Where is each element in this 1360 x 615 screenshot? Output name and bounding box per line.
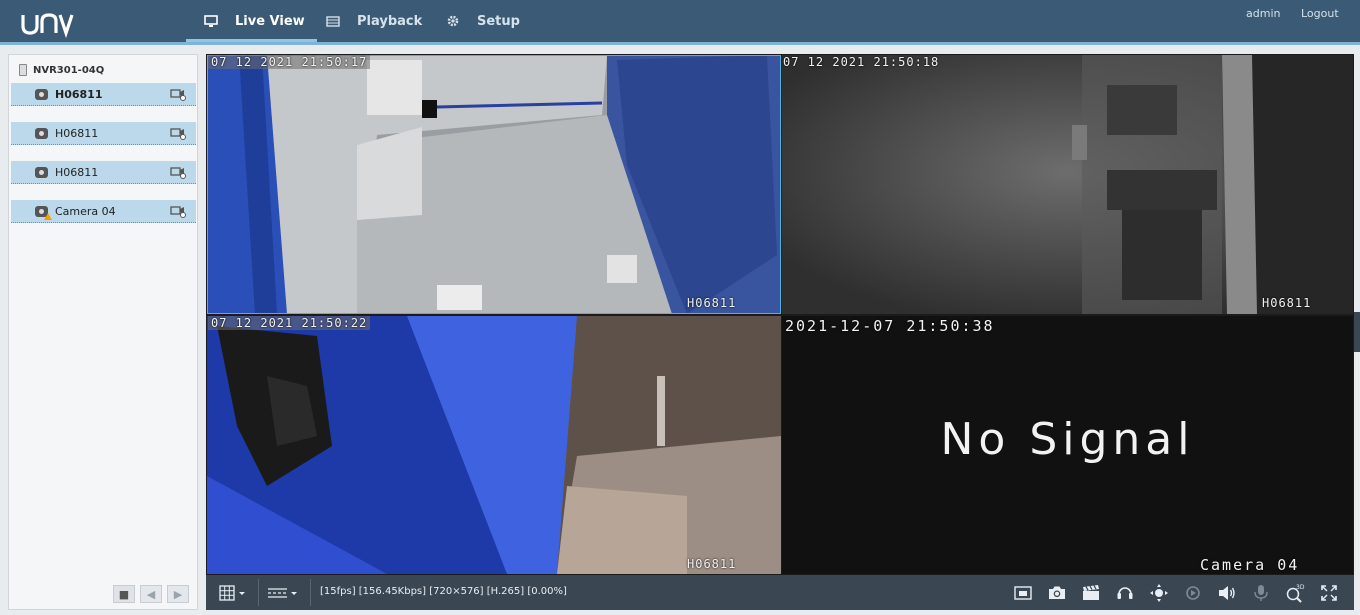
digital-zoom-button[interactable] [1181,575,1205,610]
user-name[interactable]: admin [1246,7,1280,20]
two-way-audio-icon [1117,586,1133,599]
digital-zoom-icon [1186,585,1200,600]
ptz-icon [1150,583,1168,602]
volume-button[interactable] [1215,575,1239,610]
osd-camera-name: H06811 [687,296,737,310]
video-frame-2 [782,55,1353,314]
camera-icon [35,167,48,178]
osd-camera-name: H06811 [1262,296,1312,310]
fullscreen-button[interactable] [1317,575,1341,610]
next-page-button[interactable]: ▶ [167,585,189,603]
film-icon [326,14,340,28]
no-signal-message: No Signal [940,414,1195,465]
device-tree-panel: NVR301-04Q H06811 H06811 H06811 Camera 0… [8,54,198,610]
video-tile-1[interactable]: 07 12 2021 21:50:17 H06811 [207,55,781,314]
two-way-audio-button[interactable] [1113,575,1137,610]
header-accent-line [0,42,1360,45]
record-camera-icon[interactable] [170,205,187,218]
camera-label: Camera 04 [55,205,116,218]
camera-item-2[interactable]: H06811 [11,122,196,145]
camera-label: H06811 [55,127,99,140]
live-view-toolbar: [15fps] [156.45Kbps] [720×576] [H.265] [… [206,575,1354,610]
fullscreen-icon [1321,584,1337,601]
brand-logo [20,6,76,39]
pip-button[interactable] [1011,575,1035,610]
camera-item-1[interactable]: H06811 [11,83,196,106]
osd-timestamp: 07 12 2021 21:50:17 [208,55,371,69]
logout-link[interactable]: Logout [1301,7,1339,20]
3d-positioning-button[interactable]: 3D [1283,575,1307,610]
gear-icon [446,14,460,28]
monitor-icon [204,14,218,28]
toolbar-separator [258,579,259,606]
stream-select-button[interactable] [262,575,304,610]
3d-positioning-icon: 3D [1286,584,1305,603]
tab-live-view[interactable]: Live View [186,0,317,42]
stop-button[interactable]: ■ [113,585,135,603]
screen-layout-icon [219,584,245,601]
tab-playback-label: Playback [357,13,423,29]
ptz-button[interactable] [1147,575,1171,610]
tab-setup-label: Setup [477,13,520,29]
device-name: NVR301-04Q [33,64,105,76]
warning-icon [44,213,52,220]
snapshot-button[interactable] [1045,575,1069,610]
record-camera-icon[interactable] [170,88,187,101]
video-tile-2[interactable]: 07 12 2021 21:50:18 H06811 [782,55,1353,314]
side-panel-toggle[interactable] [1354,312,1360,352]
camera-label: H06811 [55,166,99,179]
picture-in-picture-icon [1014,585,1032,600]
tab-playback[interactable]: Playback [326,0,422,42]
tab-live-view-label: Live View [235,13,305,29]
tab-setup[interactable]: Setup [446,0,520,42]
osd-timestamp: 07 12 2021 21:50:18 [783,55,940,69]
osd-camera-name: H06811 [687,557,737,571]
camera-item-3[interactable]: H06811 [11,161,196,184]
svg-text:3D: 3D [1296,584,1305,591]
camera-item-4[interactable]: Camera 04 [11,200,196,223]
record-icon [1083,584,1099,600]
camera-icon [35,128,48,139]
osd-camera-name: Camera 04 [1200,556,1300,574]
record-camera-icon[interactable] [170,166,187,179]
camera-label: H06811 [55,88,103,101]
device-tree-root[interactable]: NVR301-04Q [19,61,104,79]
record-camera-icon[interactable] [170,127,187,140]
video-tile-3[interactable]: 07 12 2021 21:50:22 H06811 [207,316,781,574]
microphone-button[interactable] [1249,575,1273,610]
record-button[interactable] [1079,575,1103,610]
osd-timestamp: 2021-12-07 21:50:38 [785,317,995,335]
microphone-icon [1254,584,1268,601]
stream-select-icon [268,587,297,598]
video-frame-1 [207,55,781,314]
unv-logo-icon [21,13,74,39]
osd-timestamp: 07 12 2021 21:50:22 [208,316,371,330]
stream-status: [15fps] [156.45Kbps] [720×576] [H.265] [… [320,586,567,597]
nvr-device-icon [19,64,27,76]
volume-icon [1219,585,1235,600]
camera-icon [35,89,48,100]
previous-page-button[interactable]: ◀ [140,585,162,603]
video-grid: 07 12 2021 21:50:17 H06811 07 12 2021 21… [206,54,1354,575]
video-tile-4[interactable]: 2021-12-07 21:50:38 No Signal Camera 04 [782,316,1353,574]
toolbar-separator [310,579,311,606]
snapshot-icon [1049,586,1065,599]
screen-layout-button[interactable] [214,575,252,610]
video-frame-3 [207,316,781,574]
